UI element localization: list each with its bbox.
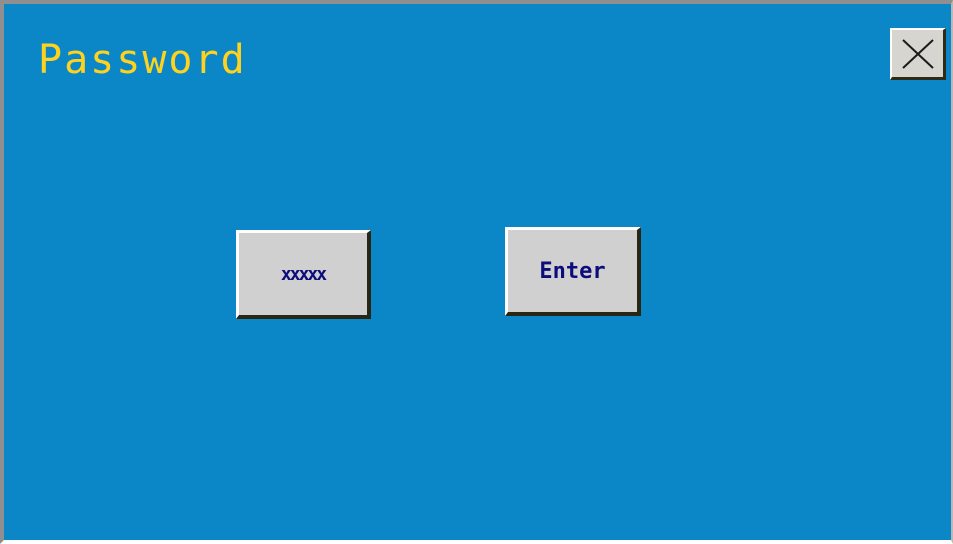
masked-password-text: xxxxx (280, 263, 327, 285)
dialog-title: Password (38, 37, 247, 83)
close-x-icon (902, 39, 934, 69)
password-dialog: Password xxxxx Enter (0, 0, 953, 544)
enter-button-label: Enter (539, 258, 606, 284)
enter-button[interactable]: Enter (505, 227, 641, 316)
password-input-button[interactable]: xxxxx (236, 230, 371, 319)
close-button[interactable] (890, 28, 946, 80)
